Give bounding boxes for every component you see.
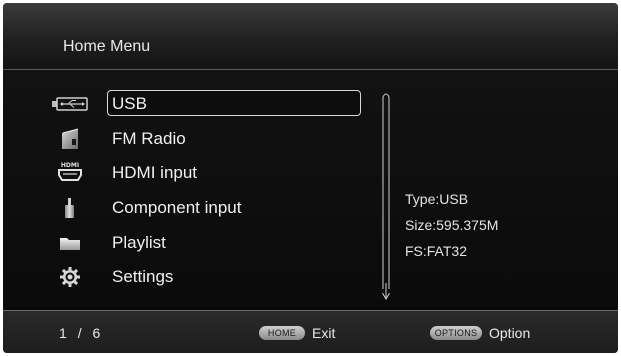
gear-icon <box>51 264 89 290</box>
menu-item-fm-radio[interactable]: FM Radio <box>3 124 373 154</box>
menu-item-playlist[interactable]: Playlist <box>3 228 373 258</box>
menu-item-usb[interactable]: USB <box>3 89 373 119</box>
info-type: Type:USB <box>405 191 469 207</box>
home-key-badge[interactable]: HOME <box>259 326 305 340</box>
menu-item-label: HDMI input <box>112 163 198 182</box>
menu-item-hdmi-input[interactable]: HDMI HDMI input <box>3 158 373 188</box>
usb-icon <box>51 91 89 117</box>
menu-item-label: Component input <box>112 198 242 217</box>
hdmi-icon: HDMI <box>51 160 89 186</box>
svg-text:HDMI: HDMI <box>61 162 79 169</box>
menu-item-label: Settings <box>112 267 174 286</box>
menu-item-label: USB <box>112 94 147 113</box>
page-title: Home Menu <box>63 38 151 55</box>
info-filesystem: FS:FAT32 <box>405 243 467 259</box>
current-page: 1 <box>59 325 67 341</box>
component-icon <box>51 195 89 221</box>
header-bar: Home Menu <box>3 3 618 70</box>
home-menu-screen: Home Menu USB FM Radio HDMI HDMI input C… <box>3 3 618 353</box>
page-counter: 1 / 6 <box>59 325 100 341</box>
scrollbar[interactable] <box>381 91 391 301</box>
total-pages: 6 <box>92 325 101 341</box>
page-separator: / <box>77 325 82 341</box>
radio-icon <box>51 126 89 152</box>
folder-icon <box>51 230 89 256</box>
footer-bar: 1 / 6 HOME Exit OPTIONS Option <box>3 310 618 353</box>
menu-item-component-input[interactable]: Component input <box>3 193 373 223</box>
menu-item-label: FM Radio <box>112 129 186 148</box>
menu-item-label: Playlist <box>112 233 166 252</box>
menu-item-settings[interactable]: Settings <box>3 262 373 292</box>
home-action-label: Exit <box>312 325 336 341</box>
info-size: Size:595.375M <box>405 217 499 233</box>
options-action-label: Option <box>489 325 531 341</box>
options-key-badge[interactable]: OPTIONS <box>430 326 482 340</box>
